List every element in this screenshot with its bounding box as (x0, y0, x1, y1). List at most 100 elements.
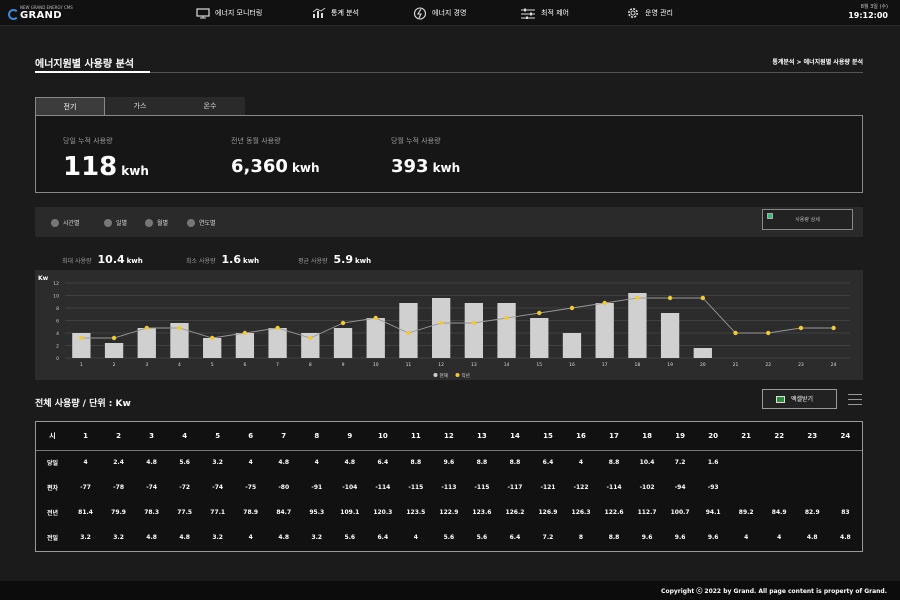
table-header-hour: 4 (168, 422, 202, 451)
table-cell: -74 (212, 484, 224, 491)
summary-label: 당일 누적 사용량 (63, 137, 113, 145)
x-tick-label: 2 (113, 362, 116, 368)
table-cell: 126.3 (571, 509, 591, 516)
line-point (635, 295, 640, 301)
table-cell: 100.7 (670, 509, 690, 516)
stat-unit: kwh (243, 257, 260, 265)
bar (366, 318, 385, 358)
table-cell: 5.6 (443, 534, 455, 541)
series-line-last-year (81, 297, 834, 339)
clock: 8월 3일 (수) 19:12:00 (848, 3, 888, 20)
tab-gas[interactable]: 가스 (105, 97, 175, 115)
table-cell: 79.9 (111, 509, 126, 516)
bar (530, 318, 549, 358)
x-tick-label: 1 (80, 362, 83, 368)
y-tick-label: 12 (53, 281, 59, 287)
radio-label: 월별 (157, 220, 169, 227)
table-cell (763, 475, 796, 500)
table-row-label: 당일 (46, 460, 59, 468)
table-row: 전년 81.4 79.9 78.3 77.5 77.1 78.9 84.7 95.3 109.1 1… (36, 500, 862, 525)
table-cell: -121 (540, 484, 556, 491)
table-cell: 4.8 (344, 459, 356, 467)
radio-daily[interactable]: 일별 (104, 218, 127, 227)
nav-optimal-control[interactable]: 최적 제어 (520, 0, 569, 26)
table-header-hour: 17 (597, 422, 631, 451)
bar (203, 338, 222, 358)
table-header-hour: 2 (102, 422, 136, 451)
nav-label: 운영 관리 (645, 9, 673, 17)
x-tick-label: 22 (765, 362, 771, 368)
table-cell: 89.2 (738, 509, 754, 516)
line-point (537, 310, 542, 316)
x-tick-label: 19 (667, 362, 673, 368)
table-cell (763, 450, 796, 475)
y-axis-label: Kw (38, 275, 49, 282)
line-point (733, 330, 738, 336)
table-cell: 4 (314, 459, 319, 467)
nav-energy-monitoring[interactable]: 에너지 모니터링 (196, 0, 262, 26)
radio-dot-icon (51, 218, 59, 227)
table-cell: 6.4 (542, 459, 554, 467)
summary-value: 118 (63, 152, 118, 182)
summary-value: 393 (391, 156, 429, 177)
table-cell: 4.8 (146, 534, 157, 541)
line-point (209, 335, 215, 341)
line-point (471, 320, 477, 326)
table-row-label: 편차 (46, 485, 59, 492)
table-cell: 3.2 (212, 534, 223, 541)
x-tick-label: 4 (178, 362, 181, 368)
table-cell: -74 (146, 484, 158, 491)
line-point (275, 325, 280, 331)
nav-label: 통계 분석 (331, 9, 359, 17)
radio-label: 연도별 (199, 220, 216, 227)
radio-yearly[interactable]: 연도별 (187, 218, 216, 227)
radio-hourly[interactable]: 시간별 (51, 218, 80, 227)
table-cell: 7.2 (542, 534, 554, 541)
y-tick-label: 8 (56, 306, 59, 312)
table-cell: 9.6 (641, 534, 653, 541)
clock-date: 8월 3일 (수) (860, 4, 888, 10)
x-tick-label: 15 (536, 362, 542, 368)
radio-monthly[interactable]: 월별 (145, 218, 168, 227)
usage-detail-button[interactable]: 사용량 상세 (762, 209, 853, 230)
menu-icon[interactable] (848, 394, 862, 405)
tab-electricity[interactable]: 전기 (35, 97, 105, 116)
line-point (308, 335, 313, 341)
table-cell: 3.2 (311, 534, 323, 541)
title-divider (35, 71, 863, 73)
table-header-hour: 16 (564, 422, 598, 451)
table-header-hour-label: 시 (36, 422, 70, 451)
table-cell: -77 (80, 484, 91, 491)
table-cell: -114 (606, 484, 622, 491)
stat-min: 최소 사용량 1.6 kwh (186, 248, 259, 267)
nav-operation-management[interactable]: 운영 관리 (626, 0, 673, 26)
y-tick-label: 4 (56, 331, 59, 337)
table-cell: 78.9 (243, 509, 259, 516)
summary-last-year-month: 전년 동월 사용량 6,360 kwh (231, 136, 320, 177)
line-point (798, 325, 804, 331)
table-cell: 9.6 (674, 534, 686, 541)
excel-download-button[interactable]: 엑셀받기 (762, 389, 837, 409)
bar (497, 303, 516, 358)
nav-energy-management[interactable]: 에너지 경영 (413, 0, 466, 26)
table-header-hour: 3 (135, 422, 169, 451)
tab-hot-water[interactable]: 온수 (175, 97, 245, 115)
line-point (602, 300, 607, 306)
logo[interactable]: NEW GRAND ENERGY CMS GRAND (8, 5, 78, 21)
table-cell: 10.4 (639, 459, 655, 467)
table-cell: 112.7 (637, 509, 657, 516)
table-header-hour: 13 (465, 422, 499, 451)
x-tick-label: 12 (438, 362, 444, 368)
summary-label: 전년 동월 사용량 (231, 137, 281, 145)
bar (693, 348, 712, 358)
summary-unit: kwh (432, 161, 461, 175)
table-cell: 4 (248, 459, 253, 467)
nav-statistics[interactable]: 통계 분석 (312, 0, 359, 26)
breadcrumb: 통계분석 > 에너지원별 사용량 분석 (772, 59, 863, 66)
stat-value: 10.4 (97, 253, 125, 266)
table-header-hour: 5 (201, 422, 235, 451)
table-section-title: 전체 사용량 / 단위 : Kw (35, 399, 131, 409)
table-cell: -102 (639, 484, 655, 491)
table-cell (796, 475, 829, 500)
line-point (373, 315, 378, 321)
